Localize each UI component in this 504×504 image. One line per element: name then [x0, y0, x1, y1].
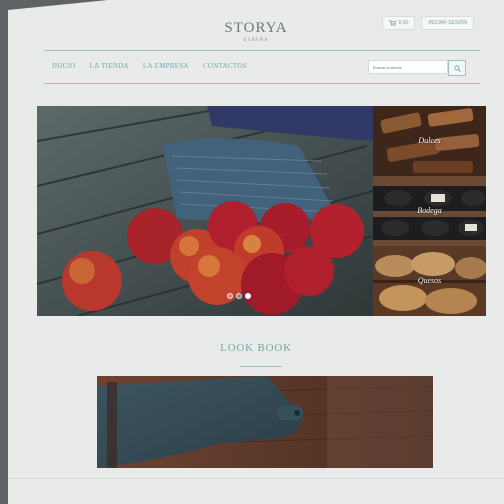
search-bar: [368, 60, 466, 76]
category-label: Quesos: [417, 276, 442, 285]
login-button[interactable]: INICIAR SESIÓN: [421, 16, 474, 30]
site-logo-subtitle: · ESPAÑA ·: [238, 38, 274, 43]
nav-item-inicio[interactable]: INICIO: [52, 62, 76, 70]
search-button[interactable]: [448, 60, 466, 76]
category-label: Bodega: [417, 206, 442, 215]
header-divider-bottom: [44, 83, 480, 84]
section-underline: [240, 366, 282, 367]
slider-dot-active[interactable]: [245, 293, 251, 299]
nav-item-la-tienda[interactable]: LA TIENDA: [90, 62, 129, 70]
corner-shadow: [8, 0, 108, 10]
nav-item-contactos[interactable]: CONTACTOS: [203, 62, 247, 70]
lookbook-photo-cutting-board: [97, 376, 433, 468]
hero-slider[interactable]: [37, 106, 373, 316]
category-tiles: Dulces Bodega Quesos: [373, 106, 486, 316]
section-title-lookbook: LOOK BOOK: [220, 342, 292, 354]
cart-total: 0,00: [398, 20, 409, 26]
search-icon: [453, 64, 461, 72]
category-tile-dulces[interactable]: Dulces: [373, 106, 486, 176]
hero-image-apples: [37, 106, 373, 316]
slider-dot[interactable]: [227, 293, 233, 299]
lookbook-image[interactable]: [97, 376, 433, 468]
category-tile-quesos[interactable]: Quesos: [373, 246, 486, 316]
footer-divider: [8, 478, 504, 479]
slider-dots: [227, 293, 251, 299]
category-label: Dulces: [418, 136, 441, 145]
slider-dot[interactable]: [236, 293, 242, 299]
cart-button[interactable]: 0,00: [381, 16, 416, 30]
page: STORYA · ESPAÑA · 0,00 INICIAR SESIÓN IN…: [8, 0, 504, 504]
search-input[interactable]: [368, 60, 448, 74]
main-nav: INICIO LA TIENDA LA EMPRESA CONTACTOS: [52, 62, 247, 70]
shopping-cart-icon: [388, 20, 396, 26]
category-tile-bodega[interactable]: Bodega: [373, 176, 486, 246]
nav-item-la-empresa[interactable]: LA EMPRESA: [143, 62, 189, 70]
top-actions: 0,00 INICIAR SESIÓN: [381, 16, 474, 30]
header-divider-top: [44, 50, 480, 51]
